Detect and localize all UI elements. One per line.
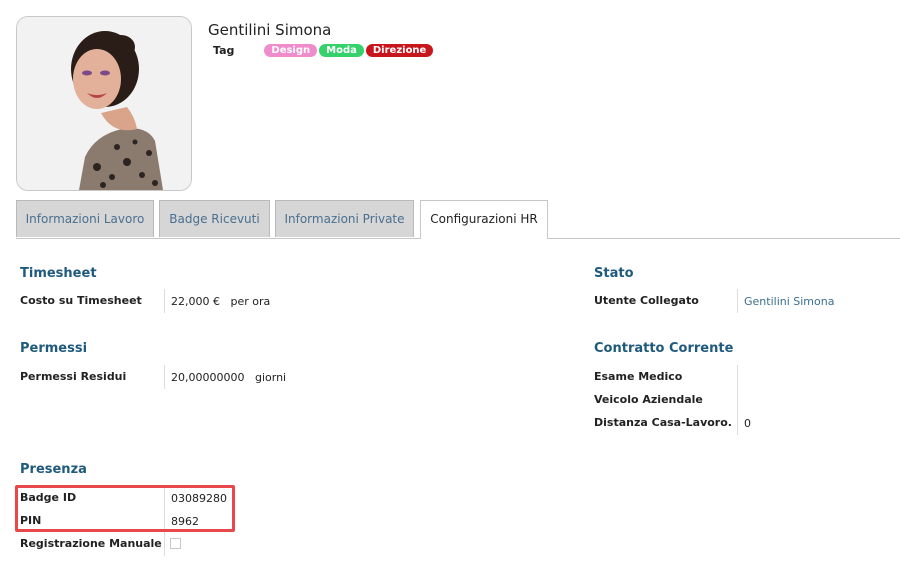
highlight-box xyxy=(15,485,235,532)
permessi-remaining-label: Permessi Residui xyxy=(20,370,127,383)
tab-bar: Informazioni Lavoro Badge Ricevuti Infor… xyxy=(16,200,900,239)
commute-distance-value[interactable]: 0 xyxy=(744,417,751,430)
manual-registration-label: Registrazione Manuale xyxy=(20,537,162,550)
tag-row: Tag Design Moda Direzione xyxy=(213,44,435,57)
tab-badge-ricevuti[interactable]: Badge Ricevuti xyxy=(159,200,270,237)
tab-informazioni-lavoro[interactable]: Informazioni Lavoro xyxy=(16,200,154,237)
commute-distance-label: Distanza Casa-Lavoro. xyxy=(594,416,732,429)
field-divider xyxy=(164,289,165,313)
permessi-remaining-amount: 20,00000000 xyxy=(171,371,245,384)
timesheet-cost-value[interactable]: 22,000 € per ora xyxy=(171,295,270,308)
tab-informazioni-private[interactable]: Informazioni Private xyxy=(275,200,414,237)
permessi-remaining-unit: giorni xyxy=(254,371,287,384)
tag-moda[interactable]: Moda xyxy=(319,44,364,57)
company-vehicle-label: Veicolo Aziendale xyxy=(594,393,703,406)
permessi-remaining-value[interactable]: 20,00000000 giorni xyxy=(171,371,286,384)
tag-direzione[interactable]: Direzione xyxy=(365,44,434,57)
field-divider xyxy=(737,365,738,435)
permessi-section-title: Permessi xyxy=(20,341,88,356)
timesheet-cost-amount: 22,000 € xyxy=(171,295,220,308)
timesheet-cost-label: Costo su Timesheet xyxy=(20,294,142,307)
employee-name: Gentilini Simona xyxy=(208,21,332,39)
manual-registration-checkbox[interactable] xyxy=(170,538,181,549)
contratto-section-title: Contratto Corrente xyxy=(594,341,734,356)
tab-configurazioni-hr[interactable]: Configurazioni HR xyxy=(420,200,548,239)
tag-design[interactable]: Design xyxy=(264,44,318,57)
timesheet-section-title: Timesheet xyxy=(20,266,97,281)
presenza-section-title: Presenza xyxy=(20,462,87,477)
employee-photo[interactable] xyxy=(16,16,192,191)
field-divider xyxy=(737,289,738,313)
tag-label: Tag xyxy=(213,44,235,57)
linked-user-link[interactable]: Gentilini Simona xyxy=(744,295,834,308)
employee-photo-image xyxy=(17,17,191,190)
linked-user-label: Utente Collegato xyxy=(594,294,699,307)
timesheet-cost-unit: per ora xyxy=(230,295,271,308)
stato-section-title: Stato xyxy=(594,266,634,281)
field-divider xyxy=(164,365,165,389)
medical-exam-label: Esame Medico xyxy=(594,370,683,383)
